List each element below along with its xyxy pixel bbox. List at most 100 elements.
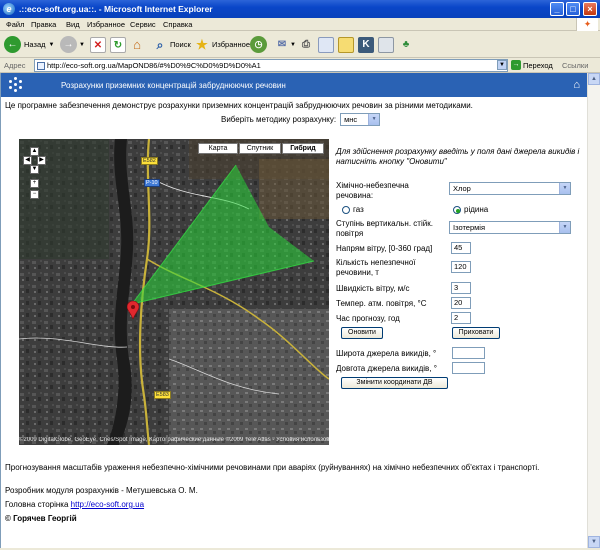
back-button[interactable]: ← Назад ▼ (4, 35, 54, 54)
longitude-label: Довгота джерела викидів, ° (336, 364, 437, 373)
back-label: Назад (24, 40, 46, 49)
menu-tools[interactable]: Сервис (130, 20, 156, 29)
hide-button[interactable]: Приховати (452, 327, 500, 339)
maximize-button[interactable]: □ (566, 2, 580, 16)
home-icon: ⌂ (133, 36, 141, 52)
road-label-e582: E582 (141, 157, 158, 165)
wind-speed-input[interactable]: 3 (451, 282, 471, 294)
history-icon: ◷ (250, 36, 267, 53)
forecast-time-input[interactable]: 2 (451, 312, 471, 324)
star-icon: ★ (196, 36, 208, 52)
map-type-satellite[interactable]: Спутник (239, 143, 281, 154)
search-button[interactable]: ⌕ Поиск (152, 35, 191, 54)
research-button[interactable] (378, 35, 394, 54)
forward-arrow-icon: → (60, 36, 77, 53)
internet-explorer-icon: e (3, 3, 15, 15)
radio-liquid (453, 205, 461, 214)
method-select[interactable]: мнс ▼ (340, 113, 381, 126)
page-content: Розрахунки приземних концентрацій забруд… (0, 73, 587, 548)
eco-soft-logo-icon (7, 76, 25, 94)
copyright: © Горячев Георгій (5, 514, 77, 523)
window-titlebar: e .::eco-soft.org.ua::. - Microsoft Inte… (0, 0, 600, 18)
map-view[interactable]: E582 P-10 E583 ▲ ◀ ▶ ▼ + − Карта Спутник… (19, 139, 329, 445)
menu-view[interactable]: Вид (66, 20, 80, 29)
chevron-down-icon: ▼ (48, 41, 55, 48)
temperature-input[interactable]: 20 (451, 297, 471, 309)
banner-title: Розрахунки приземних концентрацій забруд… (61, 81, 286, 90)
longitude-input[interactable] (452, 362, 485, 374)
latitude-input[interactable] (452, 347, 485, 359)
print-button[interactable]: ⎙ (298, 35, 314, 54)
print-icon: ⎙ (302, 38, 310, 50)
substance-select[interactable]: Хлор ▼ (449, 182, 571, 195)
wind-direction-label: Напрям вітру, [0-360 град] (336, 244, 433, 253)
refresh-button[interactable]: ↻ (110, 35, 126, 54)
menu-edit[interactable]: Правка (31, 20, 56, 29)
search-label: Поиск (170, 40, 191, 49)
form-instructions: Для здійснення розрахунку введіть у поля… (336, 147, 580, 166)
home-button[interactable]: ⌂ (129, 35, 145, 54)
amount-input[interactable]: 120 (451, 261, 471, 273)
vertical-scrollbar[interactable]: ▲ ▼ (587, 73, 600, 548)
discuss-button[interactable] (338, 35, 354, 54)
source-location-marker-icon[interactable] (127, 301, 139, 319)
messenger-button[interactable]: K (358, 35, 374, 54)
search-icon: ⌕ (156, 37, 164, 52)
stability-label: Ступінь вертикальн. стійк. повітря (336, 219, 433, 238)
stability-select[interactable]: Ізотермія ▼ (449, 221, 571, 234)
pan-left-button[interactable]: ◀ (23, 156, 32, 165)
chevron-down-icon: ▼ (559, 183, 570, 194)
menu-help[interactable]: Справка (163, 20, 192, 29)
forecast-description: Прогнозування масштабів ураження небезпе… (5, 463, 540, 472)
homepage-line: Головна сторінка http://eco-soft.org.ua (5, 500, 144, 509)
stop-button[interactable]: ✕ (90, 35, 106, 54)
road-label-p10: P-10 (144, 179, 160, 187)
window-icon (378, 36, 394, 53)
menu-bar: Файл Правка Вид Избранное Сервис Справка… (0, 18, 600, 31)
address-input[interactable]: http://eco-soft.org.ua/MapOND86/#%D0%9C%… (34, 59, 508, 72)
zoom-in-button[interactable]: + (30, 179, 39, 188)
homepage-link[interactable]: http://eco-soft.org.ua (71, 500, 144, 509)
messenger-people-button[interactable]: ♣ (398, 35, 414, 54)
page-banner: Розрахунки приземних концентрацій забруд… (1, 73, 587, 97)
go-label: Переход (523, 60, 553, 70)
satellite-imagery (19, 139, 329, 445)
forward-button[interactable]: → ▼ (60, 35, 85, 54)
address-dropdown-button[interactable]: ▼ (497, 60, 507, 70)
minimize-button[interactable]: _ (550, 2, 564, 16)
links-button[interactable]: Ссылки (562, 61, 588, 70)
edit-icon (318, 36, 334, 53)
forecast-time-label: Час прогнозу, год (336, 314, 400, 323)
intro-text: Це програмне забезпечення демонструє роз… (5, 101, 473, 110)
zoom-out-button[interactable]: − (30, 190, 39, 199)
wind-direction-input[interactable]: 45 (451, 242, 471, 254)
change-coordinates-button[interactable]: Змінити координати ДВ (341, 377, 448, 389)
home-icon[interactable]: ⌂ (573, 79, 580, 91)
chevron-down-icon: ▼ (290, 41, 296, 48)
scroll-up-button[interactable]: ▲ (588, 73, 600, 85)
state-liquid-radio[interactable]: рідина (453, 205, 488, 214)
go-button[interactable]: → Переход (511, 60, 553, 70)
favorites-button[interactable]: ★ Избранное (194, 35, 250, 54)
close-button[interactable]: × (583, 2, 597, 16)
map-attribution: ©2009 DigitalGlobe, GeoEye, Cnes/Spot Im… (19, 437, 329, 443)
pan-down-button[interactable]: ▼ (30, 165, 39, 174)
scroll-down-button[interactable]: ▼ (588, 536, 600, 548)
method-row: Виберіть методику розрахунку: мнс ▼ (221, 113, 381, 126)
menu-favorites[interactable]: Избранное (87, 20, 125, 29)
history-button[interactable]: ◷ (250, 35, 267, 54)
map-type-map[interactable]: Карта (198, 143, 238, 154)
map-type-hybrid[interactable]: Гибрид (282, 143, 324, 154)
stop-icon: ✕ (90, 36, 106, 53)
update-button[interactable]: Оновити (341, 327, 383, 339)
edit-button[interactable] (318, 35, 334, 54)
mail-button[interactable]: ✉ ▼ (274, 35, 296, 54)
state-gas-radio[interactable]: газ (342, 205, 364, 214)
stability-value: Ізотермія (453, 223, 486, 232)
window-title: .::eco-soft.org.ua::. - Microsoft Intern… (19, 4, 213, 14)
pan-up-button[interactable]: ▲ (30, 147, 39, 156)
pan-right-button[interactable]: ▶ (37, 156, 46, 165)
substance-label: Хімічно-небезпечна речовина: (336, 181, 409, 200)
homepage-label: Головна сторінка (5, 500, 69, 509)
menu-file[interactable]: Файл (6, 20, 24, 29)
